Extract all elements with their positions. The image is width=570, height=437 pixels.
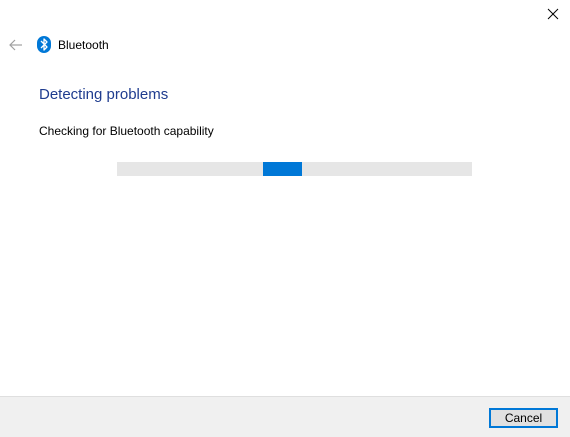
status-text: Checking for Bluetooth capability [39,124,214,138]
progress-bar [117,162,472,176]
page-heading: Detecting problems [39,86,169,103]
progress-indicator [263,162,302,176]
close-button[interactable] [536,0,570,28]
close-icon [547,8,559,20]
footer-bar: Cancel [0,396,570,437]
window-title: Bluetooth [58,38,109,52]
bluetooth-icon [37,36,51,53]
cancel-button[interactable]: Cancel [489,408,558,428]
troubleshooter-window: Bluetooth Detecting problems Checking fo… [0,0,570,437]
back-button[interactable] [7,37,25,53]
back-arrow-icon [9,39,22,51]
